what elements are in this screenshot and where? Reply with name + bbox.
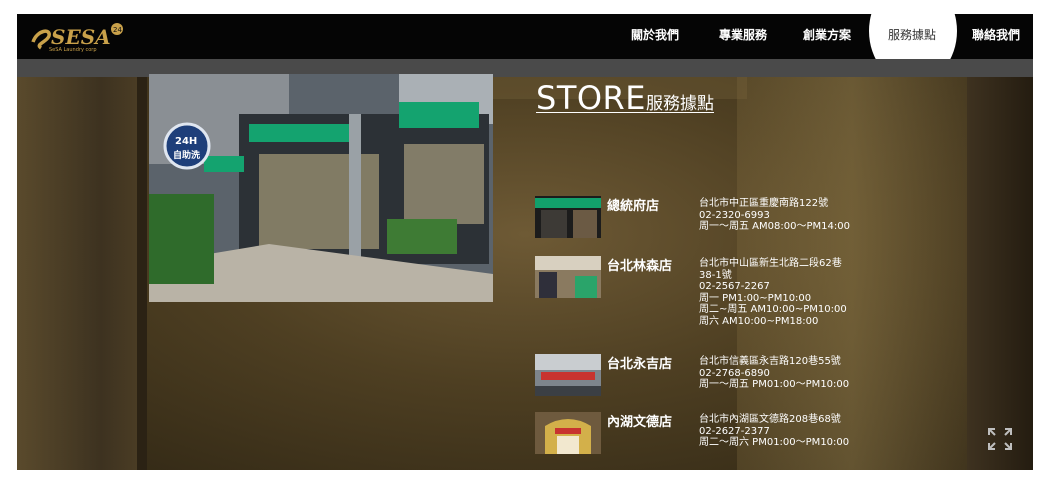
store-thumbnail[interactable] [535,196,601,238]
store-hours: 周一～周五 PM01:00～PM10:00 [699,379,850,391]
store-hours: 周一～周五 AM08:00～PM14:00 [699,221,850,233]
store-address-cont: 38-1號 [699,269,732,281]
store-address: 台北市中正區重慶南路122號 [699,198,829,209]
brand-logo[interactable]: SESA 24 SeSA Laundry corp [27,20,137,54]
store-phone[interactable]: 02-2567-2267 [699,281,879,293]
svg-text:SeSA Laundry corp: SeSA Laundry corp [49,47,97,53]
store-hours: 周二～周六 PM01:00～PM10:00 [699,437,850,449]
store-phone[interactable]: 02-2768-6890 [699,368,879,380]
store-phone[interactable]: 02-2627-2377 [699,426,879,438]
store-name[interactable]: 總統府店 [607,195,659,214]
store-address: 台北市中山區新生北路二段62巷 [699,258,842,269]
store-info: 台北市中正區重慶南路122號 02-2320-6993 周一～周五 AM08:0… [699,198,879,233]
bg-pillar [137,77,147,470]
bg-curtain-left [17,77,137,470]
store-info: 台北市信義區永吉路120巷55號 02-2768-6890 周一～周五 PM01… [699,356,879,391]
store-thumbnail[interactable] [535,354,601,396]
store-address: 台北市內湖區文德路208巷68號 [699,414,841,425]
svg-text:24: 24 [113,26,122,34]
store-hours: 周二~周五 AM10:00~PM10:00 [699,304,847,316]
store-front-photo: 24H 自助洗 [149,74,493,302]
nav-about[interactable]: 關於我們 [631,14,679,59]
fullscreen-icon[interactable] [987,427,1013,451]
store-address: 台北市信義區永吉路120巷55號 [699,356,841,367]
bg-wall-right [967,77,1033,470]
page-title-main: STORE [536,79,646,117]
store-hours: 周一 PM1:00~PM10:00 [699,292,812,304]
nav-services[interactable]: 專業服務 [719,14,767,59]
store-thumbnail[interactable] [535,256,601,298]
nav-franchise[interactable]: 創業方案 [803,14,851,59]
nav-contact[interactable]: 聯絡我們 [972,14,1020,59]
store-hours: 周六 AM10:00~PM18:00 [699,315,819,327]
nav-locations[interactable]: 服務據點 [888,14,936,59]
page-title-sub: 服務據點 [646,94,714,114]
page-title: STORE服務據點 [536,79,714,117]
store-name[interactable]: 台北林森店 [607,255,672,274]
svg-text:自助洗: 自助洗 [173,149,200,161]
top-navbar: SESA 24 SeSA Laundry corp 關於我們 專業服務 創業方案… [17,14,1033,84]
svg-text:SESA: SESA [51,25,111,49]
site-frame: SESA 24 SeSA Laundry corp 關於我們 專業服務 創業方案… [17,14,1033,470]
store-name[interactable]: 台北永吉店 [607,353,672,372]
store-thumbnail[interactable] [535,412,601,454]
store-info: 台北市中山區新生北路二段62巷 38-1號 02-2567-2267 周一 PM… [699,258,879,328]
store-phone[interactable]: 02-2320-6993 [699,210,879,222]
store-info: 台北市內湖區文德路208巷68號 02-2627-2377 周二～周六 PM01… [699,414,879,449]
store-name[interactable]: 內湖文德店 [607,411,672,430]
svg-text:24H: 24H [175,136,197,147]
